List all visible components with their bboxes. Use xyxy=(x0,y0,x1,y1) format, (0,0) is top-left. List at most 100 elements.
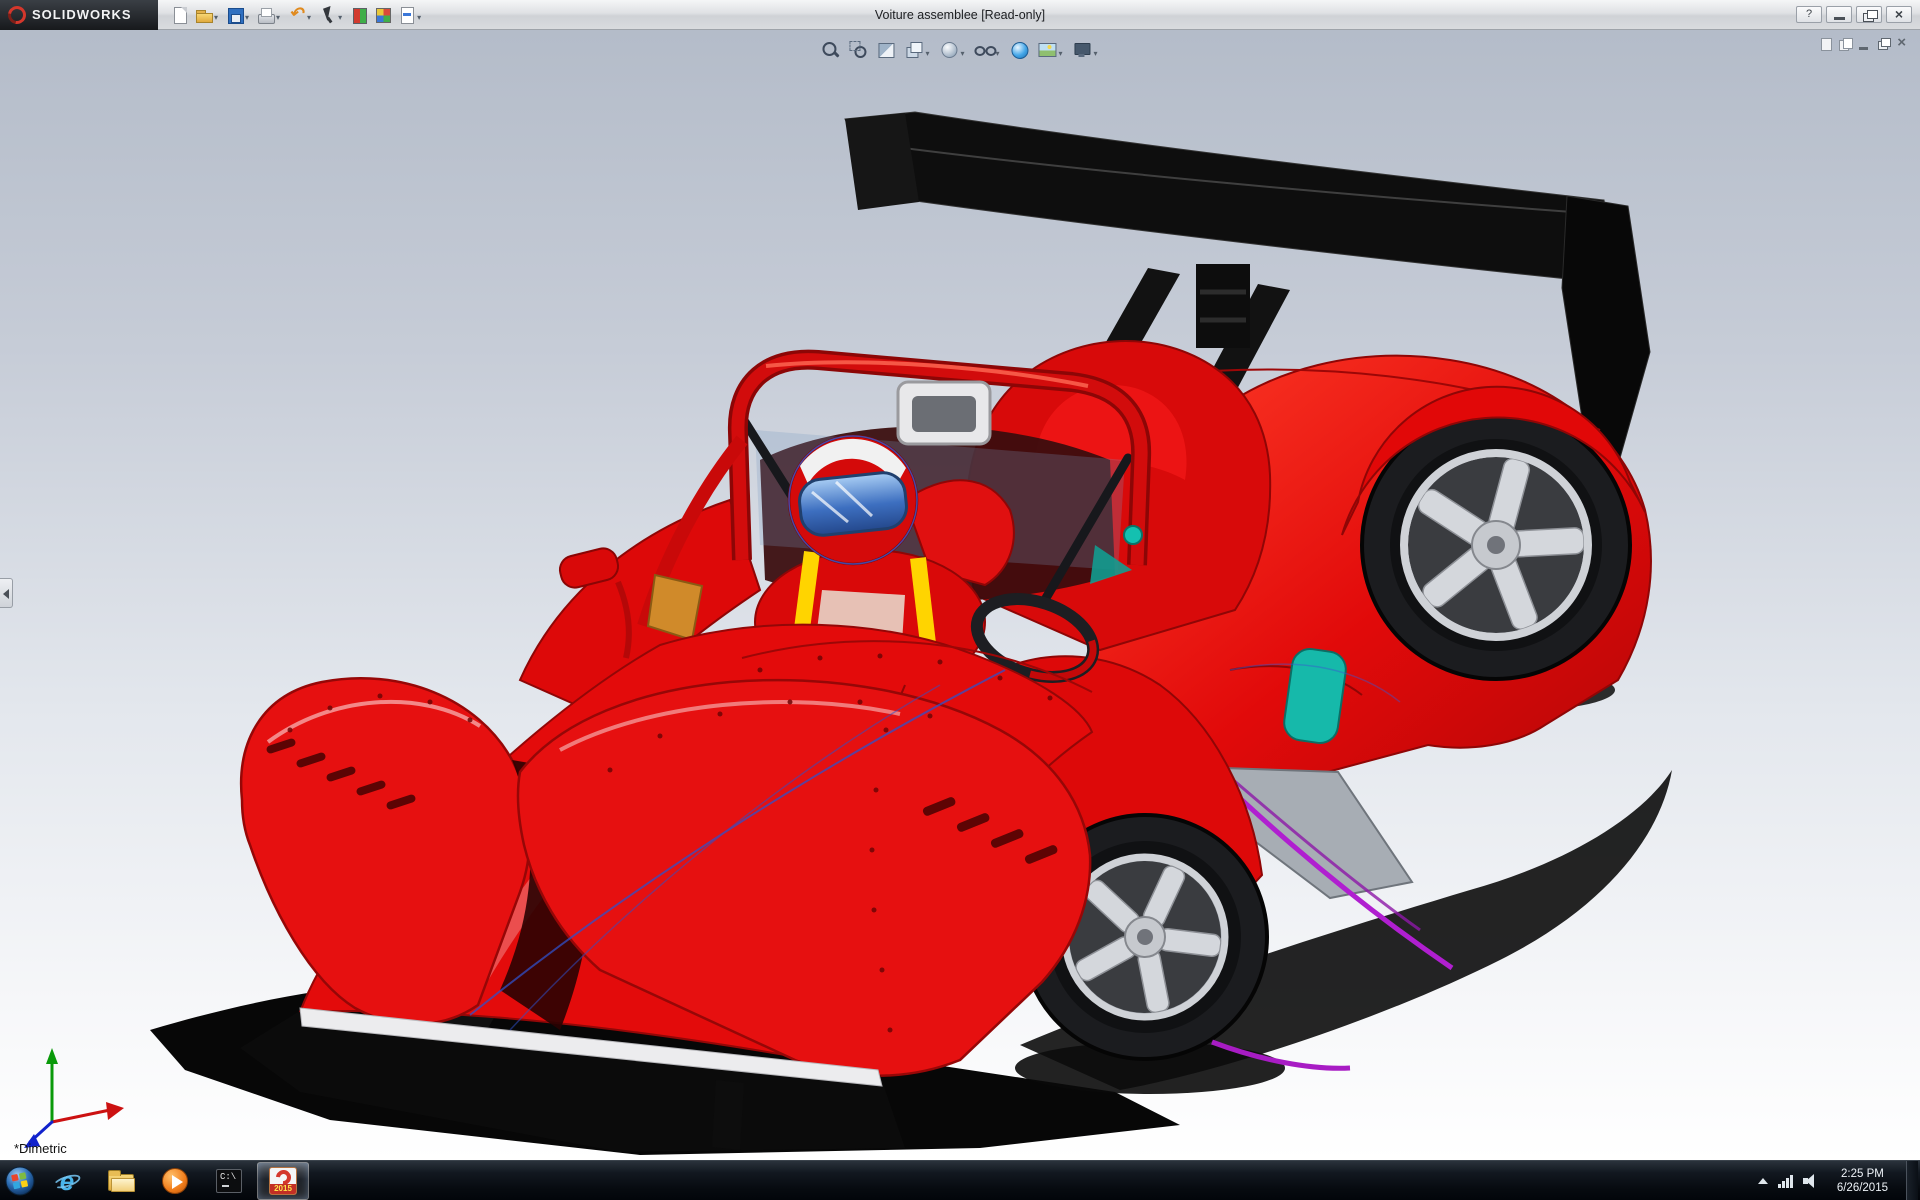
media-player-button[interactable] xyxy=(149,1162,201,1200)
reference-triad[interactable] xyxy=(24,1048,124,1148)
apply-scene-icon xyxy=(1037,39,1059,61)
undo-icon xyxy=(287,4,307,25)
apply-scene-button[interactable]: ▾ xyxy=(1035,38,1068,62)
color-swatch-button[interactable] xyxy=(371,4,395,26)
solidworks-version-badge: 2015 xyxy=(270,1183,296,1194)
view-settings-button[interactable]: ▾ xyxy=(1070,38,1103,62)
edit-appearance-icon xyxy=(1009,39,1031,61)
window-pages-button[interactable] xyxy=(1837,36,1853,52)
open-button[interactable]: ▾ xyxy=(192,4,223,26)
tray-expand-icon[interactable] xyxy=(1757,1177,1768,1184)
hide-show-items-icon xyxy=(973,39,997,61)
folder-icon xyxy=(108,1170,135,1192)
display-style-button[interactable]: ▾ xyxy=(936,38,969,62)
door-window[interactable] xyxy=(1282,647,1348,746)
window-previous-button[interactable] xyxy=(1818,36,1834,52)
select-dropdown-caret[interactable]: ▾ xyxy=(338,13,342,22)
window-pages-icon xyxy=(1837,36,1853,52)
select-button[interactable]: ▾ xyxy=(316,4,347,26)
restore-window-button[interactable] xyxy=(1856,6,1882,23)
clock-time: 2:25 PM xyxy=(1841,1167,1884,1180)
command-prompt-icon: C:\ xyxy=(216,1168,242,1193)
view-settings-icon xyxy=(1072,39,1094,61)
view-orientation-label: *Dimetric xyxy=(14,1141,67,1156)
save-icon xyxy=(225,5,245,25)
headsup-view-toolbar: ▾ ▾ ▾ ▾ ▾ xyxy=(817,38,1102,62)
driver-helmet[interactable] xyxy=(787,434,919,566)
zoom-to-fit-button[interactable] xyxy=(817,38,843,62)
open-dropdown-caret[interactable]: ▾ xyxy=(214,13,218,22)
window-previous-icon xyxy=(1818,36,1834,52)
rebuild-icon xyxy=(349,5,369,25)
teal-fitting xyxy=(1123,525,1143,545)
undo-button[interactable]: ▾ xyxy=(285,4,316,26)
close-document-icon xyxy=(1894,34,1910,52)
section-view-icon xyxy=(875,39,897,61)
windows-orb-icon xyxy=(5,1166,35,1195)
restore-document-icon xyxy=(1875,36,1891,52)
media-player-icon xyxy=(162,1167,188,1194)
solidworks-app-icon: 2015 xyxy=(269,1166,297,1195)
volume-icon[interactable] xyxy=(1802,1173,1819,1188)
taskbar-clock[interactable]: 2:25 PM 6/26/2015 xyxy=(1829,1167,1896,1195)
select-icon xyxy=(318,5,338,25)
solidworks-logo: SOLIDWORKS xyxy=(0,0,158,30)
close-window-button[interactable] xyxy=(1886,6,1912,23)
zoom-to-fit-icon xyxy=(819,39,841,61)
minimize-window-button[interactable] xyxy=(1826,6,1852,23)
window-controls: ? xyxy=(1796,6,1920,23)
file-properties-button[interactable]: ▾ xyxy=(395,4,426,26)
section-view-button[interactable] xyxy=(873,38,899,62)
view-orientation-dropdown-caret[interactable]: ▾ xyxy=(925,49,929,58)
file-explorer-button[interactable] xyxy=(95,1162,147,1200)
wing-bracket xyxy=(1196,264,1250,348)
titlebar: SOLIDWORKS ▾ ▾ ▾ ▾ ▾ ▾ Voiture assemblee [Rea… xyxy=(0,0,1920,30)
zoom-to-area-icon xyxy=(847,39,869,61)
print-dropdown-caret[interactable]: ▾ xyxy=(276,13,280,22)
open-icon xyxy=(194,5,214,25)
zoom-to-area-button[interactable] xyxy=(845,38,871,62)
edit-appearance-button[interactable] xyxy=(1007,38,1033,62)
file-properties-dropdown-caret[interactable]: ▾ xyxy=(417,13,421,22)
apply-scene-dropdown-caret[interactable]: ▾ xyxy=(1059,49,1063,58)
minimize-document-button[interactable] xyxy=(1856,36,1872,52)
dassault-systemes-logo-icon xyxy=(4,1,30,28)
display-style-dropdown-caret[interactable]: ▾ xyxy=(960,49,964,58)
view-orientation-button[interactable]: ▾ xyxy=(901,38,934,62)
helmet-visor xyxy=(798,471,908,537)
start-button[interactable] xyxy=(0,1161,40,1200)
solidworks-2015-button[interactable]: 2015 xyxy=(257,1161,309,1200)
close-document-button[interactable] xyxy=(1894,34,1910,52)
clock-date: 6/26/2015 xyxy=(1836,1181,1888,1194)
show-desktop-button[interactable] xyxy=(1906,1160,1918,1200)
system-tray: 2:25 PM 6/26/2015 xyxy=(1757,1160,1920,1200)
document-window-controls xyxy=(1818,34,1910,52)
save-dropdown-caret[interactable]: ▾ xyxy=(245,13,249,22)
new-document-icon xyxy=(170,5,190,25)
restore-document-button[interactable] xyxy=(1875,36,1891,52)
window-title: Voiture assemblee [Read-only] xyxy=(874,8,1046,22)
panel-collapse-arrow[interactable] xyxy=(0,578,13,608)
file-properties-icon xyxy=(397,5,417,25)
help-button[interactable]: ? xyxy=(1796,6,1822,23)
view-settings-dropdown-caret[interactable]: ▾ xyxy=(1094,49,1098,58)
color-swatch-icon xyxy=(373,5,393,25)
hide-show-items-button[interactable]: ▾ xyxy=(971,38,1004,62)
command-prompt-button[interactable]: C:\ xyxy=(203,1162,255,1200)
display-style-icon xyxy=(938,39,960,61)
new-document-button[interactable] xyxy=(168,4,192,26)
network-icon[interactable] xyxy=(1777,1174,1793,1188)
main-toolbar: ▾ ▾ ▾ ▾ ▾ ▾ xyxy=(168,4,426,26)
print-button[interactable]: ▾ xyxy=(254,4,285,26)
car-model[interactable] xyxy=(0,30,1920,1160)
rebuild-button[interactable] xyxy=(347,4,371,26)
print-icon xyxy=(256,5,276,25)
taskbar: e C:\ 2015 2:25 PM 6/26/2015 xyxy=(0,1160,1920,1200)
brand-text: SOLIDWORKS xyxy=(32,7,132,22)
axis-x[interactable] xyxy=(50,1108,112,1124)
graphics-viewport[interactable]: ▾ ▾ ▾ ▾ ▾ *Dimetric xyxy=(0,30,1920,1160)
minimize-document-icon xyxy=(1856,36,1872,52)
save-button[interactable]: ▾ xyxy=(223,4,254,26)
internet-explorer-button[interactable]: e xyxy=(41,1162,93,1200)
undo-dropdown-caret[interactable]: ▾ xyxy=(307,13,311,22)
